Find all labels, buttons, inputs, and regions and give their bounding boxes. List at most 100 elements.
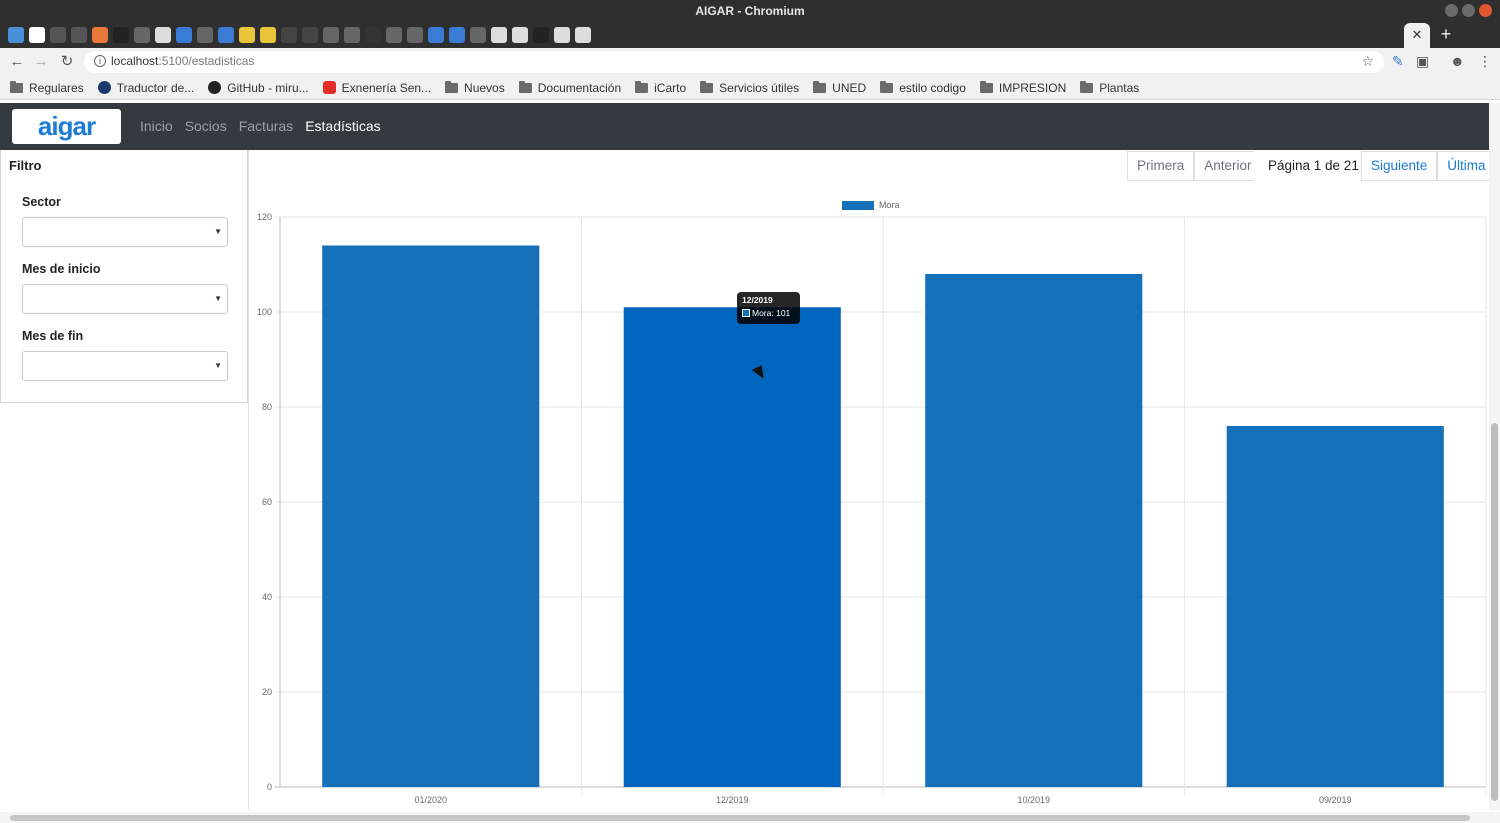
profile-icon[interactable]: ☻ <box>1450 53 1465 69</box>
extension-icon[interactable]: ✎ <box>1392 53 1404 70</box>
bookmark-servicios[interactable]: Servicios útiles <box>700 80 799 95</box>
bookmark-regulares[interactable]: Regulares <box>10 80 84 95</box>
aigar-logo[interactable]: aigar <box>12 109 121 144</box>
nav-inicio[interactable]: Inicio <box>140 118 173 134</box>
folder-icon <box>518 80 532 93</box>
tab-favicon-icon[interactable] <box>197 27 213 43</box>
y-tick-label: 20 <box>262 687 272 697</box>
pagination-right: Siguiente Última <box>1361 151 1496 181</box>
x-tick-label: 01/2020 <box>414 795 447 805</box>
chart-bar[interactable] <box>1226 426 1444 787</box>
last-page-button[interactable]: Última <box>1437 151 1496 181</box>
url-text[interactable]: localhost:5100/estadisticas <box>111 54 254 68</box>
tab-favicon-icon[interactable] <box>449 27 465 43</box>
folder-icon <box>979 80 993 93</box>
prev-page-button[interactable]: Anterior <box>1194 151 1262 181</box>
vertical-scrollbar[interactable] <box>1489 103 1500 810</box>
forward-icon[interactable]: → <box>32 53 50 71</box>
close-window-icon[interactable] <box>1479 4 1492 17</box>
nav-socios[interactable]: Socios <box>185 118 227 134</box>
filter-panel: Filtro Sector ▼ Mes de inicio ▼ Mes de f… <box>0 150 248 403</box>
tab-favicon-icon[interactable] <box>407 27 423 43</box>
tab-favicon-icon[interactable] <box>50 27 66 43</box>
browser-toolbar: ← → ↻ i localhost:5100/estadisticas ☆ ✎ … <box>0 48 1500 76</box>
x-tick-label: 09/2019 <box>1319 795 1352 805</box>
tab-favicon-icon[interactable] <box>113 27 129 43</box>
tab-favicon-icon[interactable] <box>365 27 381 43</box>
y-tick-label: 100 <box>257 307 272 317</box>
bookmark-documentacion[interactable]: Documentación <box>518 80 621 95</box>
horizontal-scrollbar[interactable] <box>0 812 1500 823</box>
bookmark-youtube[interactable]: Exnenería Sen... <box>322 81 431 95</box>
nav-estadisticas[interactable]: Estadísticas <box>305 118 380 134</box>
bookmark-estilo-codigo[interactable]: estilo codigo <box>880 80 966 95</box>
tab-favicon-icon[interactable] <box>92 27 108 43</box>
address-bar[interactable]: i localhost:5100/estadisticas ☆ <box>84 51 1384 73</box>
tab-favicon-icon[interactable] <box>302 27 318 43</box>
tab-favicon-icon[interactable] <box>176 27 192 43</box>
chart-bar[interactable] <box>925 274 1143 787</box>
new-tab-button[interactable]: + <box>1436 24 1456 44</box>
tab-favicon-icon[interactable] <box>575 27 591 43</box>
active-tab[interactable]: ✕ <box>1404 23 1430 48</box>
bookmark-github[interactable]: GitHub - miru... <box>208 81 309 95</box>
back-icon[interactable]: ← <box>8 53 26 71</box>
bookmark-icarto[interactable]: iCarto <box>635 80 686 95</box>
bookmark-uned[interactable]: UNED <box>813 80 866 95</box>
folder-icon <box>445 80 459 93</box>
chart-bar[interactable] <box>623 307 841 787</box>
tab-favicon-icon[interactable] <box>71 27 87 43</box>
tab-favicon-icon[interactable] <box>155 27 171 43</box>
x-tick-label: 12/2019 <box>716 795 749 805</box>
close-tab-icon[interactable]: ✕ <box>1412 27 1423 42</box>
tab-favicon-icon[interactable] <box>281 27 297 43</box>
tab-favicon-icon[interactable] <box>386 27 402 43</box>
bookmark-nuevos[interactable]: Nuevos <box>445 80 505 95</box>
sector-select[interactable]: ▼ <box>22 217 228 247</box>
tab-strip: ✕ + <box>0 22 1500 48</box>
chart-bar[interactable] <box>322 245 540 788</box>
tab-favicon-icon[interactable] <box>239 27 255 43</box>
y-tick-label: 0 <box>267 782 272 792</box>
tab-favicon-icon[interactable] <box>218 27 234 43</box>
filter-title: Filtro <box>9 158 42 173</box>
folder-icon <box>700 80 714 93</box>
github-icon <box>208 81 222 94</box>
next-page-button[interactable]: Siguiente <box>1361 151 1438 181</box>
tab-favicon-icon[interactable] <box>428 27 444 43</box>
menu-icon[interactable]: ⋮ <box>1478 53 1492 70</box>
sector-label: Sector <box>22 195 61 209</box>
bookmark-star-icon[interactable]: ☆ <box>1361 53 1374 70</box>
reload-icon[interactable]: ↻ <box>58 53 76 71</box>
bar-chart: 0 20 40 60 80 100 120 01/2020 12/2019 10/2019 09/2… <box>257 212 1487 805</box>
tab-favicon-icon[interactable] <box>8 27 24 43</box>
tab-favicon-icon[interactable] <box>260 27 276 43</box>
bookmark-plantas[interactable]: Plantas <box>1080 80 1139 95</box>
tab-favicon-icon[interactable] <box>533 27 549 43</box>
mes-inicio-select[interactable]: ▼ <box>22 284 228 314</box>
extension-box-icon[interactable]: ▣ <box>1416 53 1429 70</box>
scroll-thumb[interactable] <box>10 815 1470 821</box>
tab-favicon-icon[interactable] <box>344 27 360 43</box>
tab-favicon-icon[interactable] <box>134 27 150 43</box>
tooltip-label: Mora: 101 <box>752 308 791 318</box>
tab-favicon-icon[interactable] <box>29 27 45 43</box>
bookmark-traductor[interactable]: Traductor de... <box>97 81 194 95</box>
tab-favicon-icon[interactable] <box>491 27 507 43</box>
maximize-icon[interactable] <box>1462 4 1475 17</box>
tab-favicon-icon[interactable] <box>512 27 528 43</box>
tab-favicon-icon[interactable] <box>554 27 570 43</box>
youtube-icon <box>322 81 336 94</box>
bookmark-impresion[interactable]: IMPRESION <box>979 80 1066 95</box>
window-title: AIGAR - Chromium <box>695 4 805 18</box>
pinned-tabs[interactable] <box>8 27 591 43</box>
tab-favicon-icon[interactable] <box>323 27 339 43</box>
nav-facturas[interactable]: Facturas <box>239 118 293 134</box>
folder-icon <box>10 80 23 93</box>
mes-fin-select[interactable]: ▼ <box>22 351 228 381</box>
scroll-thumb[interactable] <box>1491 423 1498 801</box>
site-info-icon[interactable]: i <box>94 55 106 67</box>
first-page-button[interactable]: Primera <box>1127 151 1195 181</box>
minimize-icon[interactable] <box>1445 4 1458 17</box>
tab-favicon-icon[interactable] <box>470 27 486 43</box>
